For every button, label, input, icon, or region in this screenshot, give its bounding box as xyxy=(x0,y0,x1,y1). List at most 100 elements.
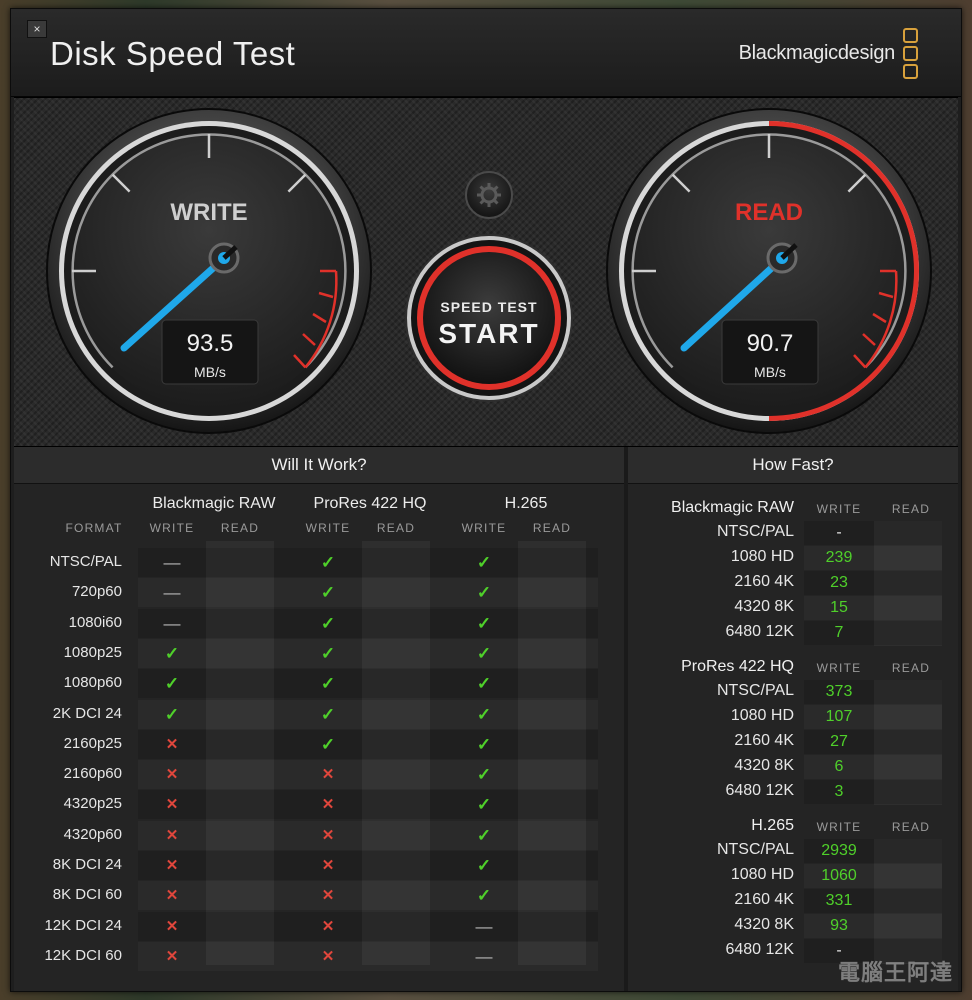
check-icon: ✓ xyxy=(476,734,492,754)
close-button[interactable]: × xyxy=(27,20,47,38)
how-fast-group-name: H.265 xyxy=(751,817,794,834)
wiw-group-header: H.265 xyxy=(504,495,548,512)
format-label: 720p60 xyxy=(71,583,122,601)
write-fps-value: 7 xyxy=(834,623,844,641)
check-icon: ✓ xyxy=(476,765,492,785)
format-label: 2160p60 xyxy=(63,765,122,783)
resolution-label: 2160 4K xyxy=(734,890,794,908)
start-button-line1: SPEED TEST xyxy=(440,299,537,315)
check-icon: ✓ xyxy=(320,613,336,633)
resolution-label: 6480 12K xyxy=(725,781,794,799)
settings-gear-button[interactable] xyxy=(465,171,513,219)
check-icon: ✓ xyxy=(320,674,336,694)
will-it-work-panel: Will It Work? Blackmagic RAW ProRes 422 H… xyxy=(14,447,624,991)
table-row xyxy=(138,700,598,729)
check-icon: ✓ xyxy=(320,704,336,724)
title-bar: × Disk Speed Test Blackmagicdesign xyxy=(11,9,961,97)
read-label: READ xyxy=(735,199,803,226)
check-icon: ✓ xyxy=(476,674,492,694)
check-icon: ✓ xyxy=(320,734,336,754)
check-icon: ✓ xyxy=(476,886,492,906)
table-row xyxy=(138,942,598,971)
how-fast-group-name: ProRes 422 HQ xyxy=(681,658,794,675)
check-icon: ✓ xyxy=(476,583,492,603)
table-row xyxy=(138,548,598,577)
table-row xyxy=(138,821,598,850)
dash-icon: — xyxy=(163,553,181,572)
hf-read-subheader: READ xyxy=(891,502,931,516)
resolution-label: 6480 12K xyxy=(725,940,794,958)
check-icon: ✓ xyxy=(164,674,180,694)
dash-icon: — xyxy=(163,613,181,633)
format-label: 2K DCI 24 xyxy=(52,704,122,722)
table-row xyxy=(138,911,598,941)
write-label: WRITE xyxy=(170,199,247,226)
cross-icon: ✕ xyxy=(165,917,179,935)
cross-icon: ✕ xyxy=(321,887,335,905)
cross-icon: ✕ xyxy=(165,766,179,784)
check-icon: ✓ xyxy=(320,553,336,572)
check-icon: ✓ xyxy=(476,856,492,875)
hf-write-subheader: WRITE xyxy=(816,661,862,675)
resolution-label: NTSC/PAL xyxy=(716,682,794,699)
table-row xyxy=(138,608,598,638)
watermark: 電腦王阿達 xyxy=(837,960,953,985)
resolution-label: NTSC/PAL xyxy=(716,523,794,540)
format-label: 1080p25 xyxy=(63,643,122,661)
format-label: 2160p25 xyxy=(63,734,122,752)
app-window: × Disk Speed Test Blackmagicdesign WRITE… xyxy=(10,8,962,992)
table-row xyxy=(138,578,598,607)
cross-icon: ✕ xyxy=(165,796,179,814)
results-area: Will It Work? Blackmagic RAW ProRes 422 H… xyxy=(14,447,958,991)
wiw-read-subheader: READ xyxy=(220,521,260,535)
wiw-read-subheader: READ xyxy=(376,521,416,535)
check-icon: ✓ xyxy=(320,583,336,603)
format-label: 1080p60 xyxy=(63,674,122,692)
table-row xyxy=(138,790,598,820)
wiw-read-subheader: READ xyxy=(532,521,572,535)
resolution-label: 4320 8K xyxy=(734,915,794,933)
resolution-label: 2160 4K xyxy=(734,731,794,749)
start-button-line2: START xyxy=(438,318,539,349)
format-label: 12K DCI 60 xyxy=(44,946,122,964)
resolution-label: 1080 HD xyxy=(730,547,794,565)
write-value: 93.5 xyxy=(187,330,234,357)
check-icon: ✓ xyxy=(164,643,180,663)
app-title: Disk Speed Test xyxy=(50,35,296,72)
cross-icon: ✕ xyxy=(165,947,179,965)
read-gauge xyxy=(606,108,932,434)
table-row xyxy=(138,639,598,668)
resolution-label: 6480 12K xyxy=(725,622,794,640)
check-icon: ✓ xyxy=(476,613,492,633)
how-fast-group-name: Blackmagic RAW xyxy=(671,499,794,516)
check-icon: ✓ xyxy=(476,795,492,815)
dash-icon: — xyxy=(163,583,181,603)
how-fast-title: How Fast? xyxy=(628,447,958,484)
format-label: 8K DCI 24 xyxy=(52,856,122,873)
check-icon: ✓ xyxy=(476,825,492,845)
check-icon: ✓ xyxy=(320,643,336,663)
format-label: 4320p25 xyxy=(63,795,122,813)
format-label: 12K DCI 24 xyxy=(44,916,122,934)
hf-write-subheader: WRITE xyxy=(816,502,862,516)
resolution-label: 4320 8K xyxy=(734,597,794,615)
hf-read-subheader: READ xyxy=(891,820,931,834)
cross-icon: ✕ xyxy=(321,857,335,874)
table-row xyxy=(138,729,598,759)
write-fps-value: 3 xyxy=(834,782,844,800)
wiw-write-subheader: WRITE xyxy=(461,521,507,535)
wiw-write-subheader: WRITE xyxy=(149,521,195,535)
gauge-area: WRITE 93.5 MB/s READ 90.7 MB/s SPEED TES… xyxy=(14,97,958,447)
dash-icon: — xyxy=(475,946,493,966)
table-row xyxy=(138,760,598,789)
read-unit: MB/s xyxy=(754,364,786,380)
how-fast-panel: How Fast? Blackmagic RAW WRITE READ NTSC/PA… xyxy=(628,447,958,991)
cross-icon: ✕ xyxy=(321,766,335,784)
write-unit: MB/s xyxy=(194,364,226,380)
table-row xyxy=(138,851,598,880)
wiw-group-header: Blackmagic RAW xyxy=(152,495,276,512)
format-label: NTSC/PAL xyxy=(49,553,122,570)
resolution-label: 2160 4K xyxy=(734,572,794,590)
check-icon: ✓ xyxy=(476,643,492,663)
check-icon: ✓ xyxy=(164,704,180,724)
